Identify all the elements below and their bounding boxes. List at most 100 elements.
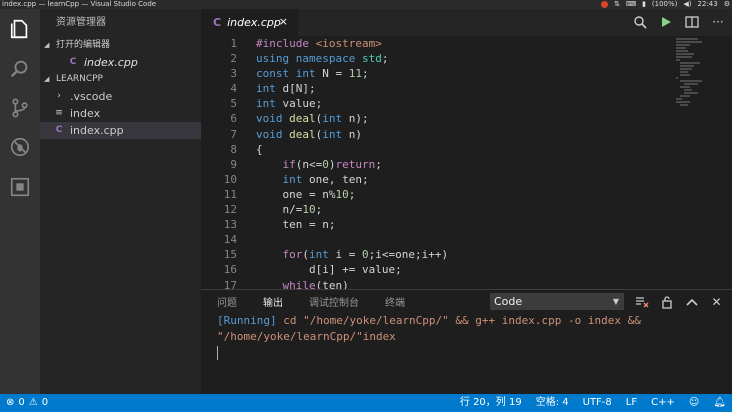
code-token: n); [342, 112, 369, 126]
line-number: 11 [223, 187, 237, 201]
code-token: using [256, 52, 290, 66]
editor-tab-index-cpp[interactable]: C index.cpp × [201, 9, 298, 36]
code-line[interactable] [256, 232, 448, 247]
cursor-position[interactable]: 行 20，列 19 [460, 394, 522, 412]
error-icon: ⊗ [6, 397, 15, 408]
code-line[interactable]: if(n<=0)return; [256, 157, 448, 172]
editor-vertical-scrollbar[interactable] [718, 36, 732, 289]
ubuntu-indicator-icon[interactable] [601, 1, 609, 8]
code-line[interactable]: int one, ten; [256, 172, 448, 187]
clock[interactable]: 22:43 [698, 0, 718, 9]
more-actions-icon[interactable]: ··· [710, 13, 726, 31]
settings-gear-icon[interactable]: ⚙ [724, 0, 730, 9]
tree-item-label: index.cpp [70, 124, 124, 137]
open-editors-section-header[interactable]: ◢ 打开的编辑器 [40, 37, 201, 54]
code-token: ( [302, 248, 309, 262]
encoding[interactable]: UTF-8 [583, 394, 612, 412]
run-code-icon[interactable] [658, 13, 674, 31]
code-line[interactable]: int value; [256, 96, 448, 111]
sidebar-title: 资源管理器 [56, 17, 106, 28]
code-token: void [256, 127, 283, 141]
tree-item-vscode[interactable]: › .vscode [40, 88, 201, 105]
line-number: 6 [230, 112, 237, 126]
tab-output[interactable]: 输出 [263, 296, 283, 312]
tree-item-index[interactable]: ≡ index [40, 105, 201, 122]
code-line[interactable]: one = n%10; [256, 187, 448, 202]
minimap[interactable] [676, 38, 716, 118]
tab-debug-console[interactable]: 调试控制台 [309, 296, 359, 312]
code-token: n/= [256, 203, 303, 217]
open-editor-name: index.cpp [84, 56, 138, 69]
code-token: 0 [362, 248, 369, 262]
code-line[interactable]: while(ten) [256, 278, 448, 290]
code-token: int [256, 82, 276, 96]
code-line[interactable]: void deal(int n); [256, 111, 448, 126]
scroll-lock-icon[interactable] [659, 294, 674, 309]
split-editor-icon[interactable] [684, 13, 700, 31]
maximize-panel-icon[interactable] [684, 294, 699, 309]
code-line[interactable]: using namespace std; [256, 51, 448, 66]
indentation[interactable]: 空格: 4 [536, 394, 569, 412]
text-cursor [217, 346, 218, 360]
line-number: 9 [230, 157, 237, 171]
code-token: d[N]; [275, 82, 316, 96]
code-token: <iostream> [308, 37, 382, 50]
close-icon[interactable]: × [279, 15, 288, 28]
code-line[interactable]: for(int i = 0;i<=one;i++) [256, 247, 449, 262]
code-lines[interactable]: #include <iostream> using namespace std; c… [256, 36, 448, 289]
debug-icon[interactable] [8, 135, 32, 159]
line-number: 16 [223, 263, 237, 277]
feedback-smiley-icon[interactable]: ☺ [689, 394, 699, 412]
explorer-files-icon[interactable] [8, 17, 32, 41]
compare-changes-icon[interactable] [632, 13, 648, 31]
open-editor-item[interactable]: C index.cpp [40, 54, 201, 71]
cpp-file-icon: C [213, 16, 222, 29]
line-number: 13 [223, 218, 237, 232]
battery-icon[interactable]: ▮ [642, 0, 646, 9]
clear-output-icon[interactable] [634, 294, 649, 309]
code-token: int [282, 172, 303, 186]
tree-item-index-cpp[interactable]: C index.cpp [40, 122, 201, 139]
code-line[interactable]: { [256, 142, 448, 157]
tab-problems[interactable]: 问题 [217, 296, 237, 312]
code-line[interactable]: ten = n; [256, 217, 448, 232]
window-title: index.cpp — learnCpp — Visual Studio Cod… [2, 0, 157, 8]
code-token: const [256, 67, 290, 81]
code-editor[interactable]: 1 2 3 4 5 6 7 8 9 10 11 12 13 14 15 16 1… [201, 36, 732, 289]
network-icon[interactable]: ⇅ [614, 0, 620, 9]
end-of-line[interactable]: LF [626, 394, 637, 412]
close-panel-icon[interactable]: ✕ [709, 294, 724, 309]
open-editors-label: 打开的编辑器 [56, 40, 111, 50]
code-line[interactable]: void deal(int n) [256, 127, 448, 142]
tab-terminal[interactable]: 终端 [385, 296, 405, 312]
notifications-bell-icon[interactable]: 🔔︎ [713, 394, 726, 412]
code-token: void [256, 112, 283, 126]
output-text[interactable]: [Running] cd "/home/yoke/learnCpp/" && g… [217, 313, 717, 345]
code-line[interactable]: int d[N]; [256, 81, 448, 96]
keyboard-icon[interactable]: ⌨ [626, 0, 636, 9]
chevron-right-icon: › [57, 91, 61, 101]
line-number: 10 [223, 172, 237, 186]
chevron-down-icon: ◢ [44, 75, 50, 83]
line-number: 1 [230, 37, 237, 50]
line-number: 14 [223, 233, 237, 247]
extensions-icon[interactable] [8, 175, 32, 199]
source-control-icon[interactable] [8, 96, 32, 120]
volume-icon[interactable]: ◀) [683, 0, 691, 9]
code-line[interactable]: n/=10; [256, 202, 448, 217]
code-line[interactable]: const int N = 11; [256, 66, 448, 81]
output-channel-select[interactable]: Code ▼ [490, 293, 624, 310]
folder-section-header[interactable]: ◢ LEARNCPP [40, 71, 201, 88]
chevron-down-icon: ▼ [612, 297, 619, 306]
language-mode[interactable]: C++ [651, 394, 675, 412]
code-token: one = n% [256, 187, 336, 201]
search-icon[interactable] [8, 57, 32, 81]
code-token: (ten) [315, 278, 349, 290]
code-line[interactable]: #include <iostream> [256, 36, 448, 51]
code-line[interactable]: d[i] += value; [256, 262, 448, 277]
code-token: ten = n; [256, 218, 336, 232]
status-problems[interactable]: ⊗ 0 ⚠ 0 [6, 394, 48, 412]
code-token: int [322, 127, 343, 141]
line-number: 5 [230, 97, 237, 111]
